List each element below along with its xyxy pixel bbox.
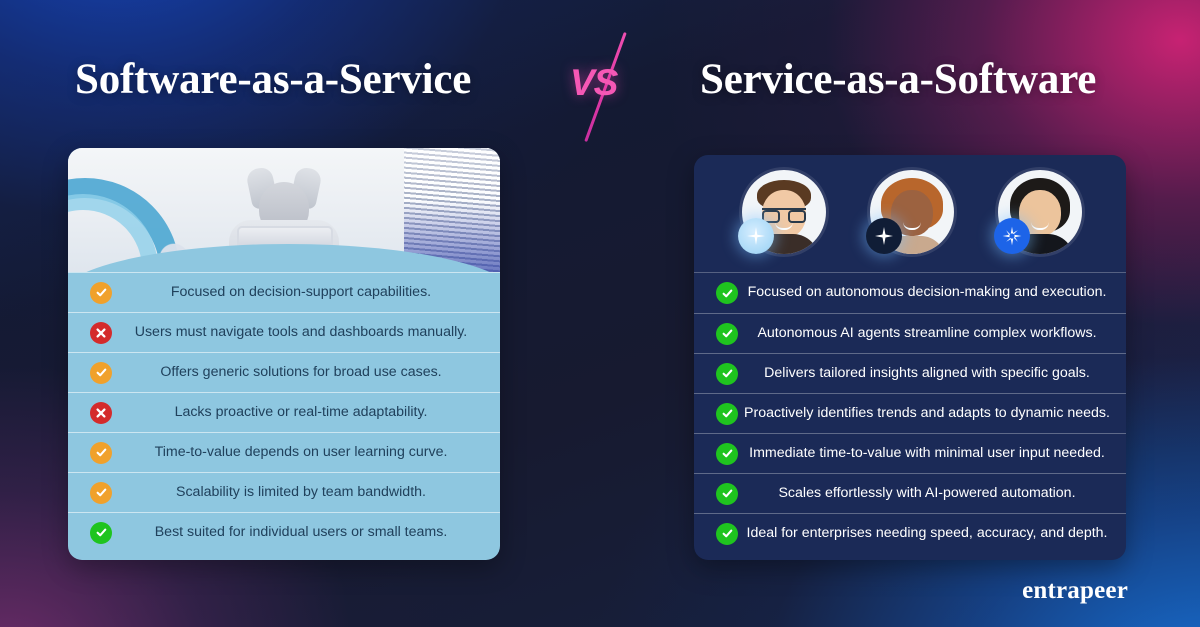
list-item: Ideal for enterprises needing speed, acc… (694, 513, 1126, 553)
comparison-infographic: Software-as-a-Service VS Service-as-a-So… (0, 0, 1200, 627)
check-icon (716, 282, 738, 304)
list-item: Lacks proactive or real-time adaptabilit… (68, 392, 500, 432)
list-item-label: Delivers tailored insights aligned with … (764, 364, 1090, 381)
check-icon (90, 481, 112, 504)
list-item-label: Lacks proactive or real-time adaptabilit… (174, 403, 428, 420)
check-icon (716, 362, 738, 385)
service-as-software-feature-list: Focused on autonomous decision-making an… (694, 273, 1126, 553)
saas-ai-card: Focused on autonomous decision-making an… (694, 155, 1126, 560)
check-icon (90, 441, 112, 464)
list-item: Autonomous AI agents streamline complex … (694, 313, 1126, 353)
list-item-label: Scales effortlessly with AI-powered auto… (778, 484, 1076, 501)
page-title-left: Software-as-a-Service (75, 56, 472, 103)
check-icon (716, 522, 738, 545)
list-item: Delivers tailored insights aligned with … (694, 353, 1126, 393)
list-item: Focused on autonomous decision-making an… (694, 273, 1126, 313)
list-item-label: Scalability is limited by team bandwidth… (176, 483, 426, 500)
check-icon (716, 482, 738, 505)
list-item-label: Focused on autonomous decision-making an… (747, 284, 1107, 301)
list-item: Proactively identifies trends and adapts… (694, 393, 1126, 433)
saas-feature-list: Focused on decision-support capabilities… (68, 272, 500, 552)
glasses-icon (762, 207, 806, 223)
ai-sparkle-badge-dark (866, 217, 902, 254)
list-item: Time-to-value depends on user learning c… (68, 432, 500, 472)
check-icon (716, 402, 738, 425)
list-item-label: Autonomous AI agents streamline complex … (757, 324, 1097, 341)
check-icon (716, 322, 738, 345)
avatar-smiling-woman (866, 169, 954, 258)
list-item: Focused on decision-support capabilities… (68, 272, 500, 312)
list-item-label: Users must navigate tools and dashboards… (134, 323, 468, 340)
avatar-row (694, 155, 1126, 273)
list-item-label: Time-to-value depends on user learning c… (154, 443, 448, 460)
list-item: Offers generic solutions for broad use c… (68, 352, 500, 392)
list-item: Best suited for individual users or smal… (68, 512, 500, 552)
list-item: Users must navigate tools and dashboards… (68, 312, 500, 352)
check-icon (716, 442, 738, 465)
avatar-woman-dark-hair (994, 169, 1082, 258)
cross-icon (90, 401, 112, 424)
list-item-label: Focused on decision-support capabilities… (170, 283, 432, 300)
list-item-label: Ideal for enterprises needing speed, acc… (746, 524, 1108, 541)
vs-divider: VS (560, 25, 650, 145)
list-item: Immediate time-to-value with minimal use… (694, 433, 1126, 473)
header: Software-as-a-Service VS Service-as-a-So… (0, 0, 1200, 150)
brand-logo: entrapeer (1022, 577, 1128, 604)
check-icon (90, 521, 112, 544)
list-item-label: Proactively identifies trends and adapts… (744, 404, 1110, 421)
vs-label: VS (570, 62, 618, 103)
check-icon (90, 361, 112, 384)
avatar-man-with-glasses (738, 169, 826, 258)
list-item-label: Immediate time-to-value with minimal use… (749, 444, 1105, 461)
list-item: Scales effortlessly with AI-powered auto… (694, 473, 1126, 513)
saas-card: Focused on decision-support capabilities… (68, 148, 500, 560)
list-item-label: Best suited for individual users or smal… (154, 523, 448, 540)
list-item-label: Offers generic solutions for broad use c… (160, 363, 442, 380)
list-item: Scalability is limited by team bandwidth… (68, 472, 500, 512)
ai-sparkle-badge-light (738, 217, 774, 254)
ai-sparkle-badge-blue (994, 217, 1030, 254)
page-title-right: Service-as-a-Software (700, 56, 1097, 103)
cross-icon (90, 321, 112, 344)
check-icon (90, 281, 112, 304)
stressed-worker-photo (68, 148, 500, 272)
